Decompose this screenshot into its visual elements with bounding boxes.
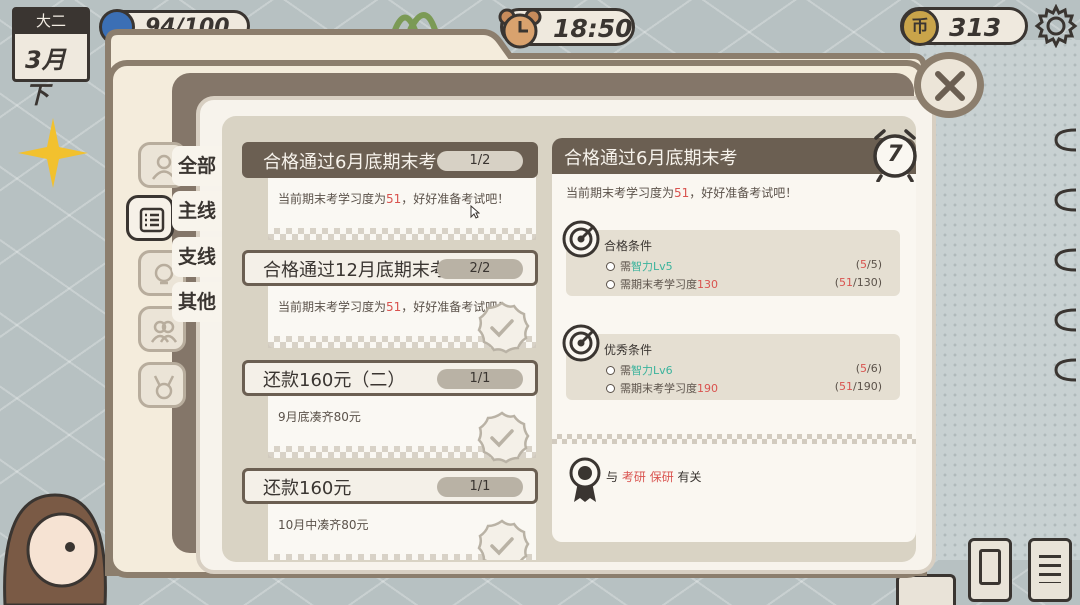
quest-body: 当前期末考学习度为51，好好准备考试吧！ [268,280,536,354]
close-button[interactable] [914,52,984,118]
detail-title: 合格通过6月底期末考 [564,148,738,169]
tag-kaoyan[interactable]: 考研 [622,470,646,484]
tab-other[interactable]: 其他 [172,282,222,322]
quest-title: 还款160元（二） [263,370,406,391]
timer-value: 7 [887,142,903,167]
grade-label: 大二 [15,10,87,34]
condition-row: 需期末考学习度130 [606,276,718,292]
quest-card[interactable]: 还款160元 1/1 10月中凑齐80元 [238,468,542,560]
list-icon [139,207,165,233]
tab-main[interactable]: 主线 [172,191,222,231]
detail-description: 当前期末考学习度为51，好好准备考试吧！ [566,186,798,200]
quest-detail-panel: 合格通过6月底期末考 当前期末考学习度为51，好好准备考试吧！ 合格条件 需智力… [552,138,916,542]
quest-title: 还款160元 [263,478,352,499]
pass-conditions: 合格条件 需智力Lv5 (5/5) 需期末考学习度130 (51/130) [562,220,900,296]
checker-strip [552,434,916,444]
quest-body: 10月中凑齐80元 [268,498,536,560]
quest-list[interactable]: 合格通过6月底期末考 1/2 当前期末考学习度为51，好好准备考试吧！ 合格通过… [238,128,546,560]
quest-card[interactable]: 合格通过6月底期末考 1/2 当前期末考学习度为51，好好准备考试吧！ [238,142,542,242]
quest-progress: 1/2 [437,151,523,171]
medal-icon [153,375,175,400]
quest-card[interactable]: 合格通过12月底期末考 2/2 当前期末考学习度为51，好好准备考试吧！ [238,250,542,354]
target-icon [562,220,600,258]
quest-body: 9月底凑齐80元 [268,390,536,464]
date-display: 大二 3月下 [12,7,90,109]
quest-header: 合格通过12月底期末考 2/2 [242,250,538,286]
related-tags: 与 考研 保研 有关 [606,470,702,484]
checker-strip [268,228,536,240]
quest-header: 还款160元 1/1 [242,468,538,504]
quest-progress: 1/1 [437,369,523,389]
notebook-rings-decoration [1054,128,1076,382]
tab-icon-main[interactable] [126,195,174,241]
medal-icon [569,457,601,502]
quest-body: 当前期末考学习度为51，好好准备考试吧！ [268,172,536,240]
quest-card[interactable]: 还款160元（二） 1/1 9月底凑齐80元 [238,360,542,464]
phone-icon[interactable] [968,538,1012,602]
condition-value: (51/190) [834,380,882,393]
excellent-conditions: 优秀条件 需智力Lv6 (5/6) 需期末考学习度190 (51/190) [562,324,900,400]
completed-check-icon [477,301,530,354]
settings-gear-icon[interactable] [1034,4,1078,48]
quest-header: 合格通过6月底期末考 1/2 [242,142,538,178]
month-label: 3月下 [25,46,66,109]
quest-progress: 1/1 [437,477,523,497]
quest-title: 合格通过6月底期末考 [263,152,437,173]
character-portrait [3,493,107,605]
target-icon [562,324,600,362]
condition-value: (51/130) [834,276,882,289]
plant-decoration [392,12,438,30]
deadline-timer: 7 [870,128,920,183]
completed-check-icon [477,411,530,464]
detail-header: 合格通过6月底期末考 [552,138,916,174]
tag-baoyan[interactable]: 保研 [650,470,674,484]
mouse-cursor [470,205,480,219]
condition-row: 需智力Lv6 [606,362,673,378]
quest-description: 9月底凑齐80元 [278,410,361,424]
notebook-icon[interactable] [1028,538,1072,602]
excellent-conditions-title: 优秀条件 [604,343,653,357]
close-icon [935,71,965,101]
sparkle-decoration [18,118,88,188]
condition-row: 需智力Lv5 [606,258,673,274]
pass-conditions-title: 合格条件 [604,239,653,253]
condition-row: 需期末考学习度190 [606,380,718,396]
people-icon [151,320,177,343]
condition-value: (5/5) [855,258,882,271]
quest-description: 10月中凑齐80元 [278,518,369,532]
condition-value: (5/6) [855,362,882,375]
tab-icon-medal[interactable] [138,362,186,408]
quest-title: 合格通过12月底期末考 [263,260,448,281]
quest-header: 还款160元（二） 1/1 [242,360,538,396]
completed-check-icon [477,519,530,560]
coin-value: 313 [949,13,1002,42]
tab-side[interactable]: 支线 [172,237,222,277]
tab-all[interactable]: 全部 [172,146,222,186]
quest-progress: 2/2 [437,259,523,279]
